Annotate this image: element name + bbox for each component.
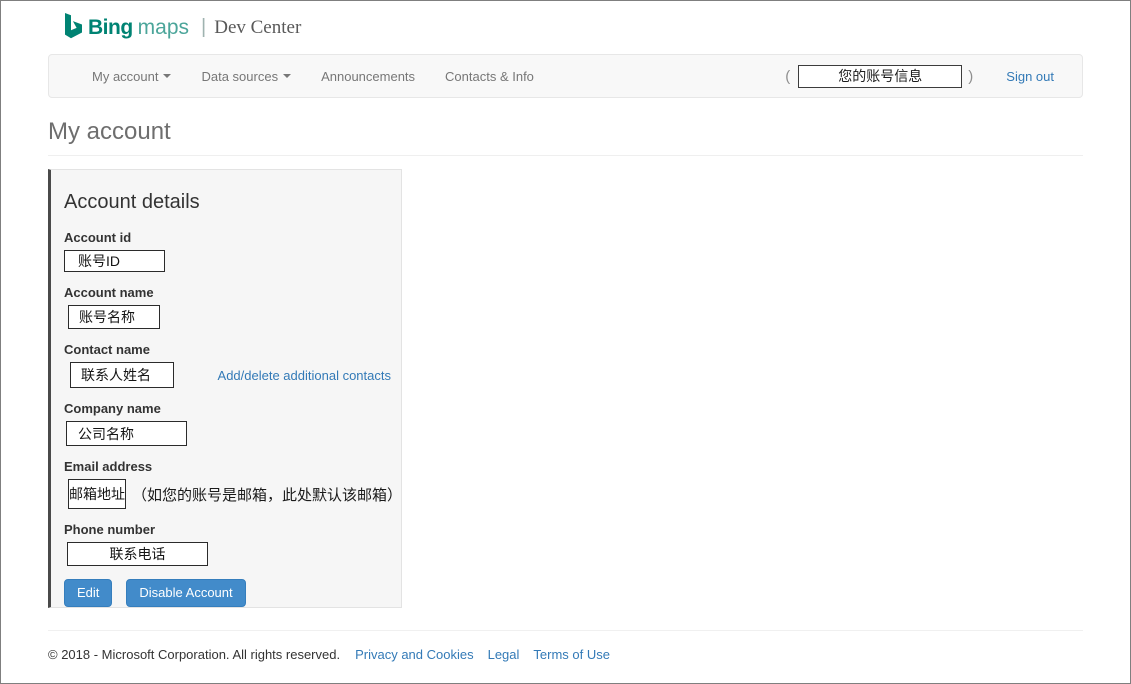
account-id-annotation-box: 账号ID bbox=[64, 250, 165, 272]
navbar-left: My account Data sources Announcements Co… bbox=[77, 55, 549, 97]
add-delete-contacts-link[interactable]: Add/delete additional contacts bbox=[218, 368, 391, 383]
nav-item-data-sources[interactable]: Data sources bbox=[186, 55, 306, 97]
brand-separator: | bbox=[201, 16, 206, 39]
copyright-text: © 2018 - Microsoft Corporation. All righ… bbox=[48, 647, 340, 662]
brand-maps-text: maps bbox=[138, 16, 189, 40]
account-info-annotation-box: 您的账号信息 bbox=[798, 65, 962, 88]
account-name-annotation-box: 账号名称 bbox=[68, 305, 160, 329]
email-annotation-box: 邮箱地址 bbox=[68, 479, 126, 509]
field-label: Email address bbox=[64, 459, 391, 475]
account-details-panel: Account details Account id 账号ID Account … bbox=[48, 169, 402, 608]
nav-item-label: Contacts & Info bbox=[445, 69, 534, 84]
field-label: Contact name bbox=[64, 342, 391, 358]
navbar-right: ( 您的账号信息 ) Sign out bbox=[785, 65, 1054, 88]
email-note: （如您的账号是邮箱，此处默认该邮箱） bbox=[132, 484, 402, 505]
annotation-close-paren: ) bbox=[968, 68, 973, 85]
main-navbar: My account Data sources Announcements Co… bbox=[48, 54, 1083, 98]
title-divider bbox=[48, 155, 1083, 156]
page-title: My account bbox=[48, 120, 1083, 144]
nav-item-label: My account bbox=[92, 69, 158, 84]
panel-actions: Edit Disable Account bbox=[64, 579, 391, 607]
nav-item-my-account[interactable]: My account bbox=[77, 55, 186, 97]
field-label: Phone number bbox=[64, 522, 391, 538]
annotation-open-paren: ( bbox=[785, 68, 790, 85]
field-phone-number: Phone number 联系电话 bbox=[64, 522, 391, 566]
privacy-and-cookies-link[interactable]: Privacy and Cookies bbox=[355, 647, 474, 662]
caret-down-icon bbox=[283, 74, 291, 78]
disable-account-button[interactable]: Disable Account bbox=[126, 579, 245, 607]
company-name-annotation-box: 公司名称 bbox=[66, 421, 187, 446]
footer: © 2018 - Microsoft Corporation. All righ… bbox=[48, 631, 1083, 662]
brand-dev-center-text: Dev Center bbox=[214, 17, 301, 39]
panel-heading: Account details bbox=[64, 191, 391, 214]
bing-logo-icon bbox=[62, 13, 83, 41]
nav-item-announcements[interactable]: Announcements bbox=[306, 55, 430, 97]
brand-bing-text: Bing bbox=[88, 16, 133, 40]
field-label: Account id bbox=[64, 230, 391, 246]
account-info-annotation-text: 您的账号信息 bbox=[838, 66, 922, 86]
field-email-address: Email address 邮箱地址 （如您的账号是邮箱，此处默认该邮箱） bbox=[64, 459, 391, 509]
caret-down-icon bbox=[163, 74, 171, 78]
nav-item-label: Data sources bbox=[201, 69, 278, 84]
contact-name-annotation-box: 联系人姓名 bbox=[70, 362, 174, 388]
terms-of-use-link[interactable]: Terms of Use bbox=[533, 647, 610, 662]
brand-header: Bing maps | Dev Center bbox=[48, 1, 1083, 45]
legal-link[interactable]: Legal bbox=[488, 647, 520, 662]
field-account-name: Account name 账号名称 bbox=[64, 285, 391, 329]
field-company-name: Company name 公司名称 bbox=[64, 401, 391, 446]
app-window: Bing maps | Dev Center My account Data s… bbox=[0, 0, 1131, 684]
field-contact-name: Contact name 联系人姓名 Add/delete additional… bbox=[64, 342, 391, 388]
nav-item-label: Announcements bbox=[321, 69, 415, 84]
field-account-id: Account id 账号ID bbox=[64, 230, 391, 272]
edit-button[interactable]: Edit bbox=[64, 579, 112, 607]
field-label: Company name bbox=[64, 401, 391, 417]
nav-item-contacts-info[interactable]: Contacts & Info bbox=[430, 55, 549, 97]
sign-out-link[interactable]: Sign out bbox=[1006, 69, 1054, 84]
field-label: Account name bbox=[64, 285, 391, 301]
phone-annotation-box: 联系电话 bbox=[67, 542, 208, 566]
